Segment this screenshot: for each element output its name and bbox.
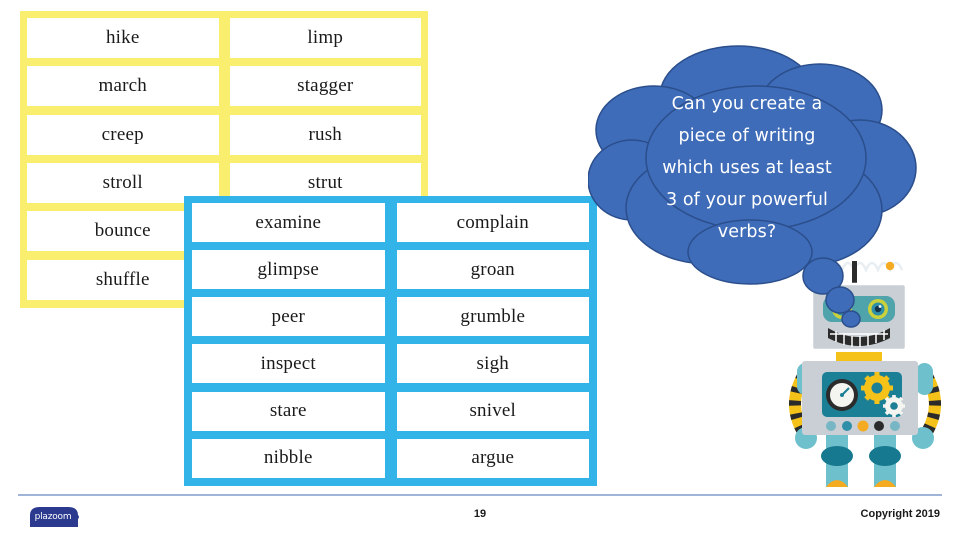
- word-cell[interactable]: groan: [396, 250, 589, 290]
- word-cell[interactable]: nibble: [192, 438, 385, 478]
- word-cell[interactable]: inspect: [192, 344, 385, 384]
- thought-bubble: Can you create a piece of writing which …: [588, 38, 928, 328]
- word-cell[interactable]: stagger: [229, 66, 421, 107]
- word-cell[interactable]: snivel: [396, 391, 589, 431]
- robot-body: [802, 361, 918, 435]
- logo-text: plazoom: [34, 512, 72, 522]
- word-cell[interactable]: peer: [192, 297, 385, 337]
- word-cell[interactable]: march: [27, 66, 219, 107]
- word-cell[interactable]: sigh: [396, 344, 589, 384]
- page-number: 19: [473, 508, 487, 520]
- copyright-notice: Copyright 2019: [860, 508, 940, 520]
- word-cell[interactable]: rush: [229, 114, 421, 155]
- word-cell[interactable]: glimpse: [192, 250, 385, 290]
- word-cell[interactable]: stare: [192, 391, 385, 431]
- plazoom-logo[interactable]: plazoom: [22, 506, 84, 528]
- word-cell[interactable]: creep: [27, 114, 219, 155]
- word-cell[interactable]: hike: [27, 18, 219, 58]
- robot-legs: [821, 435, 901, 487]
- word-cell[interactable]: examine: [192, 203, 385, 242]
- gear-icon-small: [883, 395, 905, 417]
- word-cell[interactable]: limp: [229, 18, 421, 58]
- word-cell[interactable]: complain: [396, 203, 589, 242]
- footer: plazoom 19 Copyright 2019: [0, 500, 960, 540]
- looking-and-sound-verbs-table: examine complain glimpse groan peer grum…: [184, 196, 597, 486]
- footer-divider: [18, 494, 942, 496]
- word-cell[interactable]: argue: [396, 438, 589, 478]
- word-cell[interactable]: grumble: [396, 297, 589, 337]
- thought-bubble-text: Can you create a piece of writing which …: [662, 94, 832, 243]
